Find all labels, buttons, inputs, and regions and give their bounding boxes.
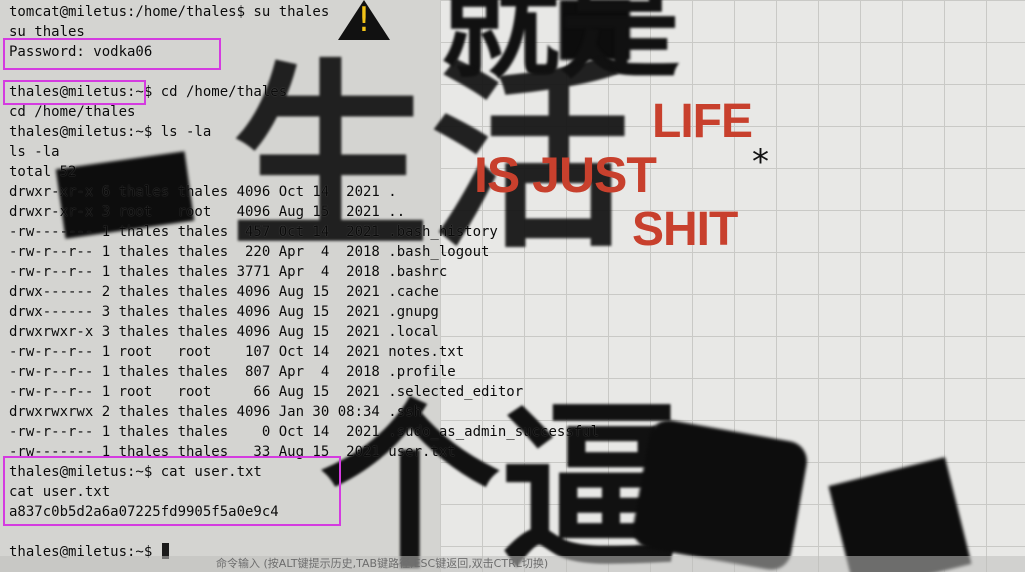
terminal-line: -rw-r--r-- 1 root root 107 Oct 14 2021 n…: [9, 344, 465, 360]
terminal-line: -rw-r--r-- 1 thales thales 3771 Apr 4 20…: [9, 264, 448, 280]
terminal-line: thales@miletus:~$ cat user.txt: [9, 464, 262, 480]
terminal-line: -rw-r--r-- 1 thales thales 220 Apr 4 201…: [9, 244, 490, 260]
terminal-line: Password: vodka06: [9, 44, 153, 60]
command-input-hint: 命令输入 (按ALT键提示历史,TAB键路径,ESC键返回,双击CTRL切换): [216, 557, 549, 570]
terminal-line: su thales: [9, 24, 85, 40]
terminal-line: -rw------- 1 thales thales 457 Oct 14 20…: [9, 224, 498, 240]
terminal-line: a837c0b5d2a6a07225fd9905f5a0e9c4: [9, 504, 279, 520]
terminal-line: thales@miletus:~$ cd /home/thales: [9, 84, 288, 100]
terminal-line: cd /home/thales: [9, 104, 136, 120]
terminal-line: -rw-r--r-- 1 root root 66 Aug 15 2021 .s…: [9, 384, 524, 400]
terminal-line: drwxrwxrwx 2 thales thales 4096 Jan 30 0…: [9, 404, 423, 420]
terminal-line: -rw-r--r-- 1 thales thales 0 Oct 14 2021…: [9, 424, 600, 440]
terminal-line: cat user.txt: [9, 484, 111, 500]
terminal-line: tomcat@miletus:/home/thales$ su thales: [9, 4, 330, 20]
terminal-line: drwx------ 2 thales thales 4096 Aug 15 2…: [9, 284, 439, 300]
terminal-line: -rw-r--r-- 1 thales thales 807 Apr 4 201…: [9, 364, 456, 380]
terminal-line: ls -la: [9, 144, 60, 160]
command-input-bar[interactable]: 命令输入 (按ALT键提示历史,TAB键路径,ESC键返回,双击CTRL切换): [0, 556, 1025, 572]
terminal-line: drwxrwxr-x 3 thales thales 4096 Aug 15 2…: [9, 324, 439, 340]
terminal-line: drwxr-xr-x 3 root root 4096 Aug 15 2021 …: [9, 204, 406, 220]
terminal-line: drwxr-xr-x 6 thales thales 4096 Oct 14 2…: [9, 184, 397, 200]
terminal-line: total 52: [9, 164, 77, 180]
terminal-line: drwx------ 3 thales thales 4096 Aug 15 2…: [9, 304, 439, 320]
terminal-line: thales@miletus:~$ ls -la: [9, 124, 212, 140]
terminal-line: -rw------- 1 thales thales 33 Aug 15 202…: [9, 444, 456, 460]
terminal-output[interactable]: tomcat@miletus:/home/thales$ su thales su…: [9, 2, 1025, 560]
